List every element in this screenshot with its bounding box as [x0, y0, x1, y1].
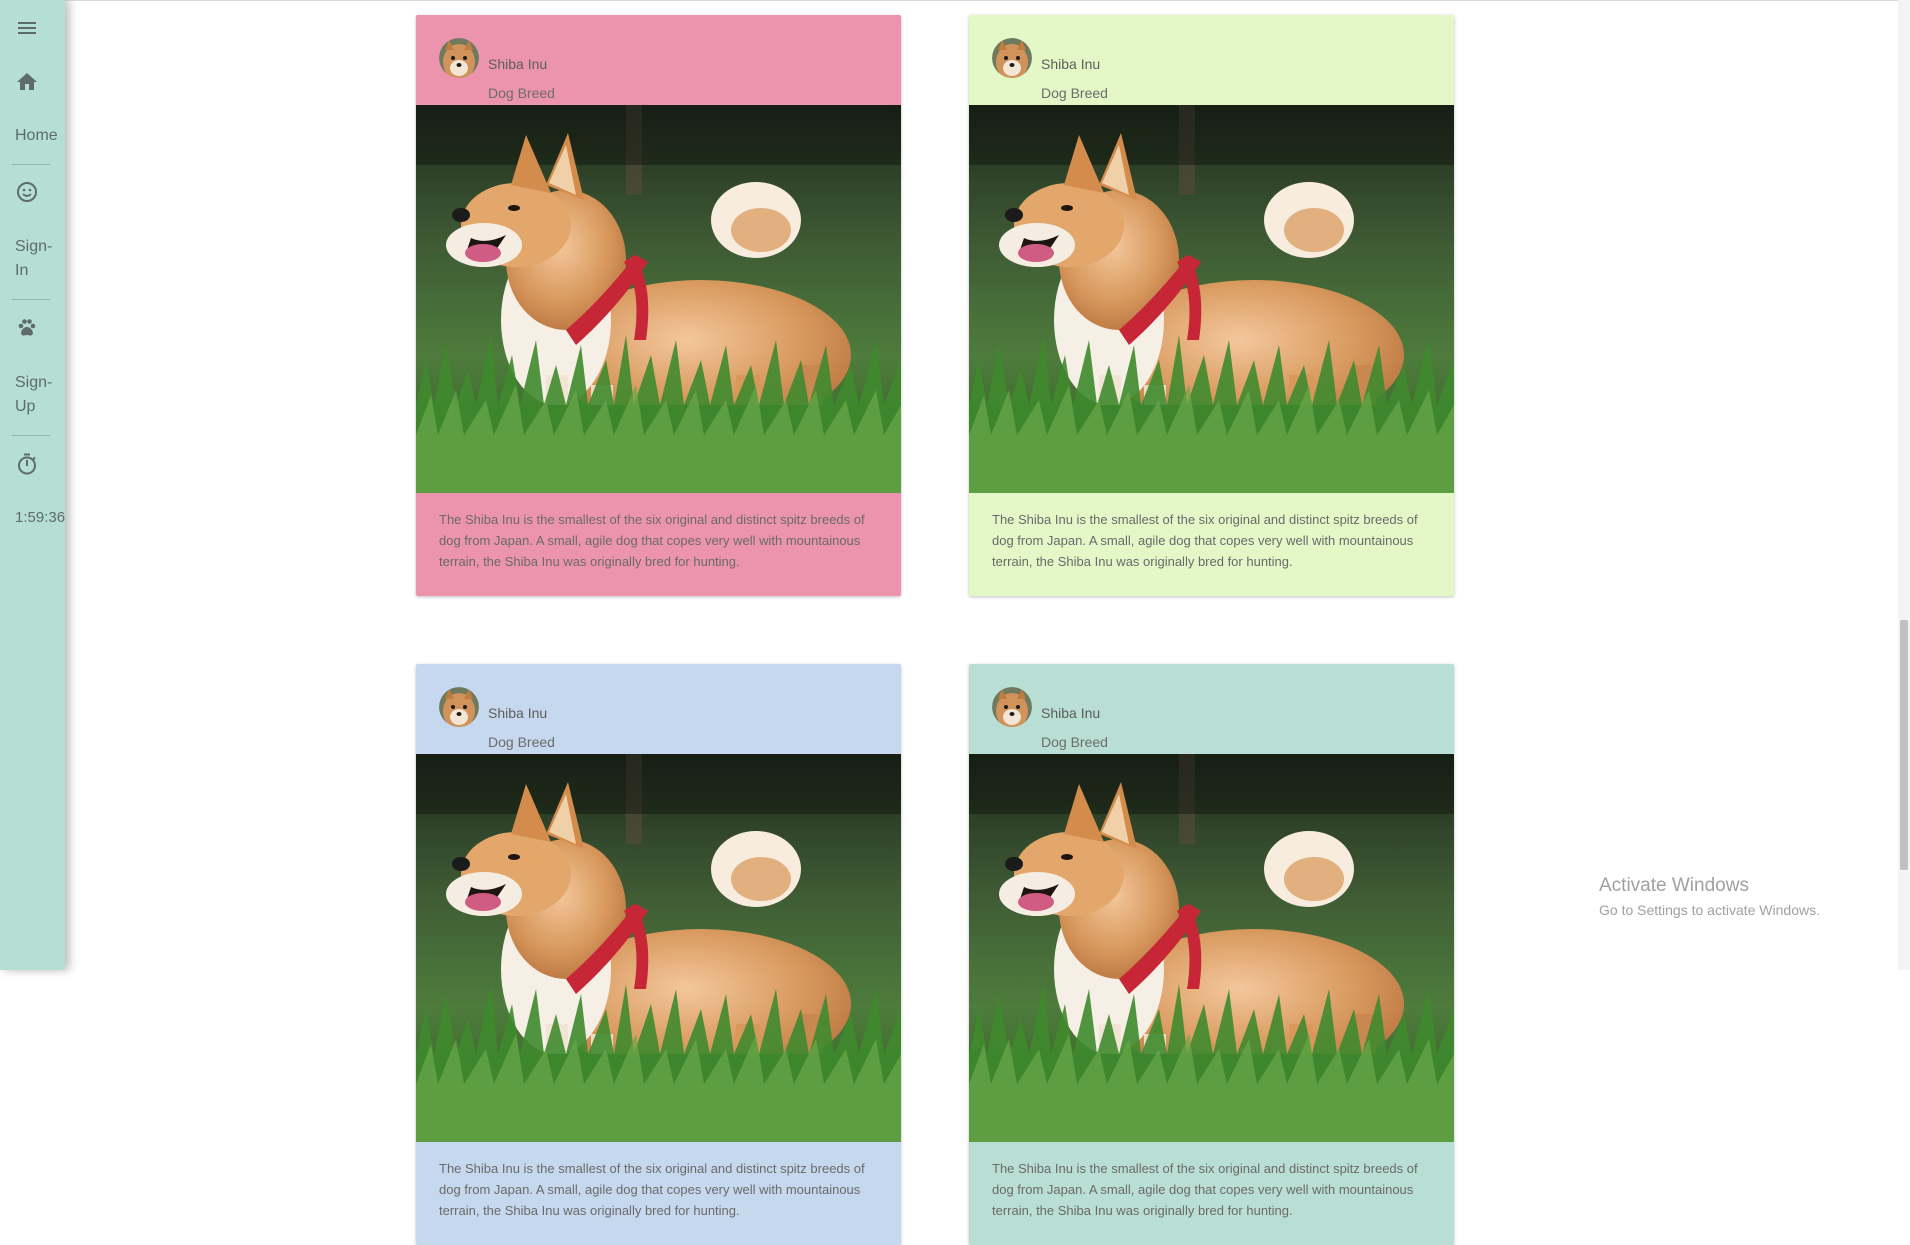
card-description: The Shiba Inu is the smallest of the six… — [992, 1161, 1418, 1218]
stopwatch-icon — [18, 453, 36, 475]
sidebar-item-timer: 1:59:36 — [0, 452, 65, 532]
sidebar-item-label[interactable]: Sign- Up — [15, 371, 65, 419]
dog-photo — [416, 105, 901, 493]
card-subtitle: Dog Breed — [488, 85, 555, 101]
card-subtitle: Dog Breed — [488, 734, 555, 750]
vertical-scrollbar[interactable] — [1898, 0, 1910, 970]
sidebar-divider — [12, 299, 50, 300]
top-border — [0, 0, 1910, 1]
hamburger-menu-icon[interactable] — [15, 16, 39, 40]
card-description: The Shiba Inu is the smallest of the six… — [992, 512, 1418, 569]
timer-label: 1:59:36 — [15, 509, 66, 526]
sidebar-item-sign-in[interactable]: Sign- In — [0, 180, 65, 280]
dog-photo — [416, 754, 901, 1142]
sidebar-item-label[interactable]: Home — [15, 124, 65, 148]
card-description: The Shiba Inu is the smallest of the six… — [439, 1161, 865, 1218]
dog-photo — [969, 105, 1454, 493]
paw-icon[interactable] — [15, 316, 39, 340]
card-header: Shiba Inu Dog Breed — [969, 15, 1454, 105]
sidebar-divider — [12, 164, 50, 165]
smiley-face-icon[interactable] — [15, 180, 39, 204]
card-header: Shiba Inu Dog Breed — [416, 664, 901, 754]
scrollbar-thumb[interactable] — [1900, 620, 1908, 870]
card[interactable]: Shiba Inu Dog Breed The Shiba Inu is the… — [969, 15, 1454, 596]
avatar — [439, 38, 479, 78]
sidebar-item-sign-up[interactable]: Sign- Up — [0, 316, 65, 416]
sidebar-item-label[interactable]: Sign- In — [15, 235, 65, 283]
card-subtitle: Dog Breed — [1041, 734, 1108, 750]
card-title: Shiba Inu — [488, 705, 548, 721]
card[interactable]: Shiba Inu Dog Breed The Shiba Inu is the… — [416, 664, 901, 1245]
home-icon[interactable] — [15, 70, 39, 94]
watermark-subtitle: Go to Settings to activate Windows. — [1599, 902, 1820, 918]
sidebar-divider — [12, 435, 50, 436]
card[interactable]: Shiba Inu Dog Breed The Shiba Inu is the… — [969, 664, 1454, 1245]
card-description: The Shiba Inu is the smallest of the six… — [439, 512, 865, 569]
card-title: Shiba Inu — [1041, 56, 1101, 72]
card-header: Shiba Inu Dog Breed — [969, 664, 1454, 754]
windows-activation-watermark: Activate Windows Go to Settings to activ… — [1599, 874, 1820, 920]
card-header: Shiba Inu Dog Breed — [416, 15, 901, 105]
avatar — [992, 38, 1032, 78]
sidebar: Home Sign- In Sign- Up 1:59:36 — [0, 0, 65, 970]
watermark-title: Activate Windows — [1599, 875, 1749, 896]
card-subtitle: Dog Breed — [1041, 85, 1108, 101]
avatar — [992, 687, 1032, 727]
card-title: Shiba Inu — [1041, 705, 1101, 721]
sidebar-item-home[interactable]: Home — [0, 70, 65, 166]
avatar — [439, 687, 479, 727]
dog-photo — [969, 754, 1454, 1142]
card-title: Shiba Inu — [488, 56, 548, 72]
card[interactable]: Shiba Inu Dog Breed The Shiba Inu is the… — [416, 15, 901, 596]
